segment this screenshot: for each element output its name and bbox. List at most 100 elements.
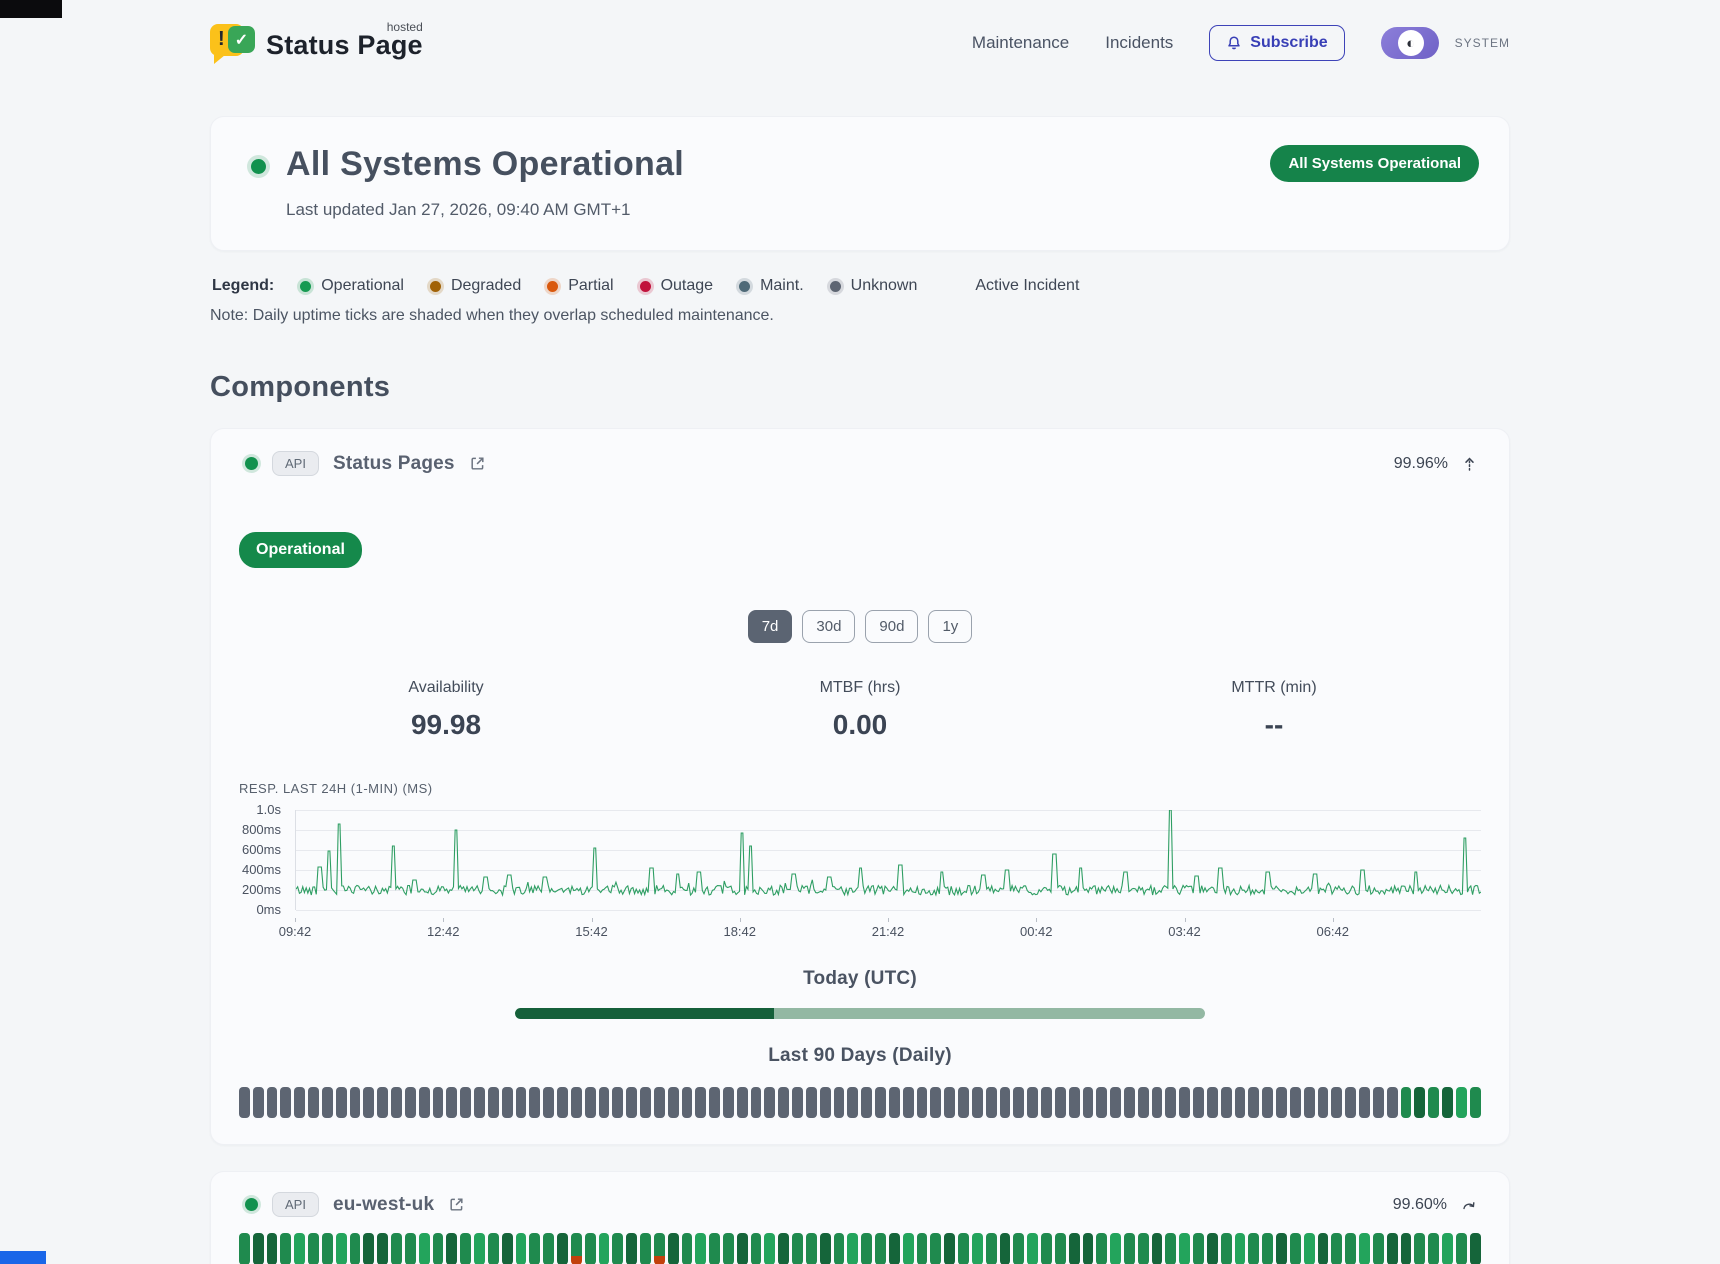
nav-maintenance[interactable]: Maintenance — [972, 33, 1069, 53]
uptime-day-tick — [1359, 1233, 1370, 1264]
subscribe-button[interactable]: Subscribe — [1209, 25, 1344, 61]
uptime-day-tick — [930, 1087, 941, 1118]
uptime-day-tick — [488, 1233, 499, 1264]
stat-value-mtbf: 0.00 — [653, 709, 1067, 741]
last-updated: Last updated Jan 27, 2026, 09:40 AM GMT+… — [286, 200, 684, 220]
uptime-day-tick — [1248, 1233, 1259, 1264]
uptime-day-tick — [543, 1087, 554, 1118]
uptime-day-tick — [1387, 1087, 1398, 1118]
uptime-day-tick — [294, 1087, 305, 1118]
uptime-day-tick — [1428, 1087, 1439, 1118]
uptime-day-tick — [529, 1087, 540, 1118]
uptime-day-tick — [764, 1233, 775, 1264]
page-title: All Systems Operational — [286, 145, 684, 184]
external-link-icon[interactable] — [469, 455, 486, 472]
nav-incidents[interactable]: Incidents — [1105, 33, 1173, 53]
uptime-day-tick — [626, 1233, 637, 1264]
uptime-day-tick — [626, 1087, 637, 1118]
uptime-day-tick — [861, 1233, 872, 1264]
range-button-90d[interactable]: 90d — [865, 610, 918, 643]
uptime-day-tick — [557, 1233, 568, 1264]
uptime-day-tick — [1207, 1233, 1218, 1264]
uptime-day-tick — [1027, 1233, 1038, 1264]
uptime-day-tick — [1414, 1087, 1425, 1118]
uptime-day-tick — [308, 1233, 319, 1264]
brand-logo[interactable]: ! ✓ hosted Status Page — [210, 22, 423, 64]
uptime-day-tick — [322, 1233, 333, 1264]
uptime-day-tick — [875, 1087, 886, 1118]
uptime-day-tick — [654, 1233, 665, 1264]
uptime-day-tick — [1069, 1087, 1080, 1118]
uptime-day-tick — [709, 1087, 720, 1118]
component-tag: API — [272, 1192, 319, 1217]
uptime-day-tick — [350, 1233, 361, 1264]
uptime-day-tick — [405, 1087, 416, 1118]
legend: Legend: Operational Degraded Partial Out… — [210, 277, 1510, 295]
uptime-day-tick — [654, 1087, 665, 1118]
range-button-30d[interactable]: 30d — [802, 610, 855, 643]
collapse-up-icon[interactable] — [1462, 456, 1477, 472]
uptime-day-tick — [751, 1233, 762, 1264]
legend-dot-maint — [739, 281, 750, 292]
uptime-day-tick — [253, 1087, 264, 1118]
uptime-day-tick — [1331, 1087, 1342, 1118]
uptime-day-tick — [1165, 1233, 1176, 1264]
uptime-day-tick — [267, 1233, 278, 1264]
legend-dot-degraded — [430, 281, 441, 292]
legend-item-label: Unknown — [851, 277, 918, 295]
uptime-day-tick — [820, 1087, 831, 1118]
uptime-day-tick — [363, 1087, 374, 1118]
uptime-day-tick — [322, 1087, 333, 1118]
uptime-day-tick — [1055, 1087, 1066, 1118]
uptime-day-tick — [308, 1087, 319, 1118]
component-status-dot — [245, 457, 258, 470]
uptime-day-tick — [847, 1087, 858, 1118]
uptime-day-tick — [433, 1233, 444, 1264]
external-link-icon[interactable] — [448, 1196, 465, 1213]
theme-toggle[interactable]: ◐ — [1381, 27, 1439, 59]
expand-icon[interactable] — [1461, 1198, 1477, 1212]
uptime-day-tick — [972, 1233, 983, 1264]
header: ! ✓ hosted Status Page Maintenance Incid… — [210, 0, 1510, 70]
legend-dot-partial — [547, 281, 558, 292]
uptime-day-tick — [599, 1233, 610, 1264]
uptime-day-tick — [903, 1233, 914, 1264]
range-button-7d[interactable]: 7d — [748, 610, 793, 643]
uptime-day-tick — [930, 1233, 941, 1264]
uptime-day-tick — [377, 1233, 388, 1264]
uptime-day-tick — [1248, 1087, 1259, 1118]
uptime-day-tick — [1096, 1233, 1107, 1264]
uptime-day-tick — [377, 1087, 388, 1118]
legend-dot-operational — [300, 281, 311, 292]
uptime-day-tick — [460, 1087, 471, 1118]
uptime-day-tick — [1235, 1233, 1246, 1264]
uptime-day-tick — [1290, 1087, 1301, 1118]
chart-title: RESP. LAST 24H (1-MIN) (MS) — [239, 781, 1481, 796]
history-heading: Last 90 Days (Daily) — [239, 1045, 1481, 1067]
uptime-day-tick — [682, 1087, 693, 1118]
uptime-day-tick — [1069, 1233, 1080, 1264]
uptime-day-tick — [350, 1087, 361, 1118]
uptime-day-tick — [1262, 1087, 1273, 1118]
uptime-day-tick — [861, 1087, 872, 1118]
uptime-day-tick — [571, 1233, 582, 1264]
stat-value-availability: 99.98 — [239, 709, 653, 741]
stat-label-mttr: MTTR (min) — [1067, 679, 1481, 697]
uptime-day-tick — [764, 1087, 775, 1118]
uptime-day-tick — [474, 1233, 485, 1264]
uptime-day-tick — [516, 1233, 527, 1264]
uptime-day-tick — [460, 1233, 471, 1264]
range-button-1y[interactable]: 1y — [928, 610, 972, 643]
uptime-day-tick — [958, 1087, 969, 1118]
uptime-day-tick — [1124, 1233, 1135, 1264]
component-status-dot — [245, 1198, 258, 1211]
uptime-day-tick — [446, 1087, 457, 1118]
uptime-day-tick — [1124, 1087, 1135, 1118]
uptime-day-tick — [1345, 1233, 1356, 1264]
brand-name: Status Page — [266, 30, 423, 60]
uptime-day-tick — [1428, 1233, 1439, 1264]
uptime-day-tick — [1373, 1087, 1384, 1118]
uptime-day-tick — [1401, 1233, 1412, 1264]
uptime-day-tick — [267, 1087, 278, 1118]
uptime-day-tick — [889, 1087, 900, 1118]
